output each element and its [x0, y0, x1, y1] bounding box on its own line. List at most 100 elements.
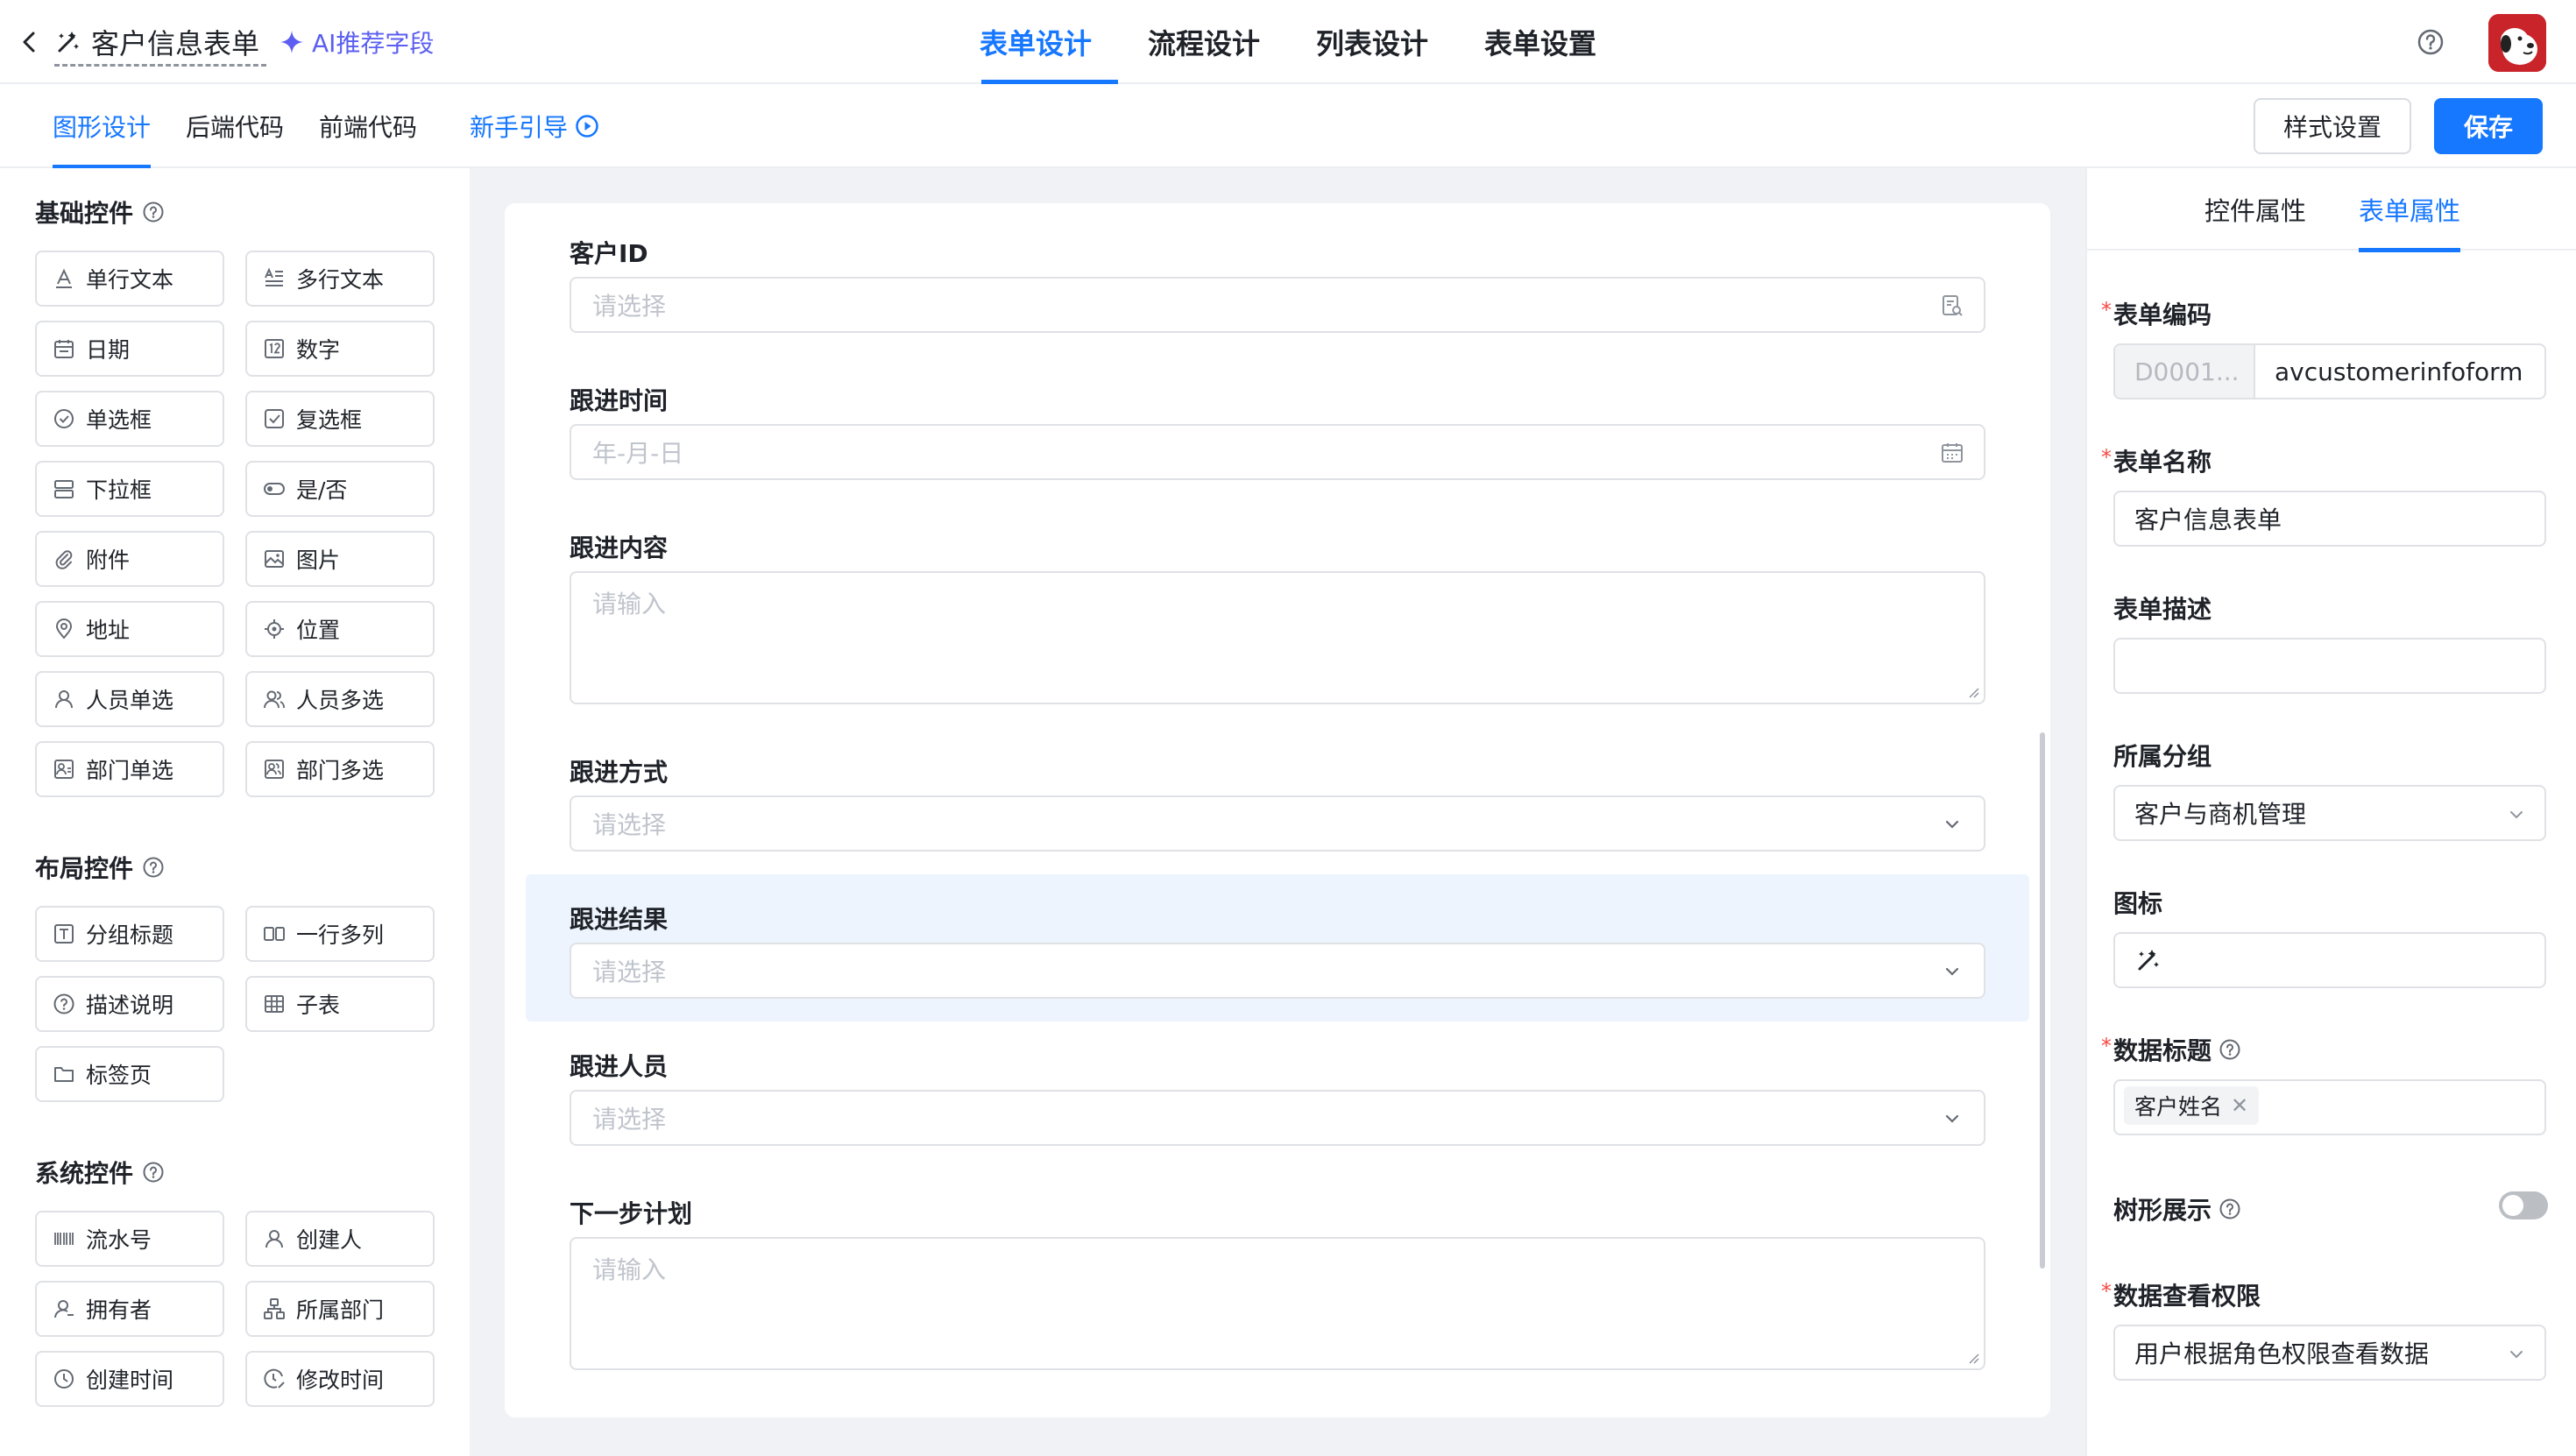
- tab-control-properties[interactable]: 控件属性: [2204, 168, 2306, 251]
- control-location[interactable]: 位置: [245, 601, 435, 657]
- help-icon[interactable]: [2417, 28, 2445, 56]
- control-user-single[interactable]: 人员单选: [35, 671, 224, 727]
- form-description-input[interactable]: [2113, 638, 2546, 694]
- avatar[interactable]: [2488, 14, 2546, 72]
- control-owner[interactable]: 拥有者: [35, 1281, 224, 1337]
- placeholder: 年-月-日: [592, 439, 684, 468]
- help-icon[interactable]: [2219, 1198, 2241, 1220]
- beginner-guide-link[interactable]: 新手引导: [470, 84, 599, 168]
- control-sub-table[interactable]: 子表: [245, 976, 435, 1032]
- select-value: 用户根据角色权限查看数据: [2134, 1339, 2430, 1368]
- control-attachment[interactable]: 附件: [35, 531, 224, 587]
- control-dept-single[interactable]: 部门单选: [35, 741, 224, 797]
- app-title-area[interactable]: 客户信息表单: [54, 19, 267, 67]
- control-multi-line-text[interactable]: 多行文本: [245, 251, 435, 307]
- help-icon[interactable]: [142, 856, 165, 879]
- control-checkbox[interactable]: 复选框: [245, 391, 435, 447]
- tab-list-design[interactable]: 列表设计: [1288, 0, 1456, 84]
- label-text: 所属分组: [2113, 742, 2212, 771]
- style-settings-button[interactable]: 样式设置: [2254, 98, 2411, 154]
- form-code-input[interactable]: avcustomerinfoform: [2254, 343, 2546, 399]
- control-address[interactable]: 地址: [35, 601, 224, 657]
- label-text: 数据标题: [2113, 1036, 2212, 1065]
- label-text: 树形展示: [2113, 1196, 2212, 1225]
- control-description[interactable]: 描述说明: [35, 976, 224, 1032]
- number-icon: [263, 337, 286, 360]
- control-serial-number[interactable]: 流水号: [35, 1211, 224, 1267]
- label-text: 表单描述: [2113, 595, 2212, 624]
- control-group-title[interactable]: 分组标题: [35, 906, 224, 962]
- barcode-icon: [53, 1227, 75, 1250]
- data-permission-label: * 数据查看权限: [2101, 1277, 2261, 1312]
- field-follow-up-time[interactable]: 年-月-日: [570, 424, 1985, 480]
- help-icon[interactable]: [2219, 1038, 2241, 1061]
- user-icon: [53, 688, 75, 710]
- control-label: 创建时间: [86, 1368, 174, 1393]
- data-permission-select[interactable]: 用户根据角色权限查看数据: [2113, 1325, 2546, 1381]
- control-modified-time[interactable]: 修改时间: [245, 1351, 435, 1407]
- control-yes-no[interactable]: 是/否: [245, 461, 435, 517]
- tab-form-settings[interactable]: 表单设置: [1456, 0, 1624, 84]
- design-mode-tabs: 图形设计 后端代码 前端代码: [53, 84, 417, 168]
- field-follow-up-method[interactable]: 请选择: [570, 795, 1985, 852]
- icon-picker[interactable]: [2113, 932, 2546, 988]
- tab-graphic-design[interactable]: 图形设计: [53, 84, 152, 168]
- tab-form-design[interactable]: 表单设计: [980, 0, 1120, 84]
- canvas-scrollbar[interactable]: [2040, 732, 2045, 1269]
- control-user-multi[interactable]: 人员多选: [245, 671, 435, 727]
- back-arrow-icon[interactable]: [16, 26, 44, 58]
- ai-recommend-label: AI推荐字段: [312, 29, 435, 58]
- form-name-label: * 表单名称: [2101, 443, 2212, 478]
- field-follow-up-result[interactable]: 请选择: [570, 943, 1985, 999]
- form-name-input[interactable]: 客户信息表单: [2113, 491, 2546, 547]
- calendar-icon[interactable]: [1940, 441, 1964, 465]
- field-next-plan[interactable]: 请输入: [570, 1237, 1985, 1370]
- control-dept-multi[interactable]: 部门多选: [245, 741, 435, 797]
- map-pin-icon: [53, 618, 75, 640]
- label-text: 表单名称: [2113, 448, 2212, 477]
- control-label: 流水号: [86, 1227, 152, 1253]
- field-label-follow-up-content: 跟进内容: [570, 534, 669, 562]
- save-button[interactable]: 保存: [2434, 98, 2543, 154]
- control-owning-department[interactable]: 所属部门: [245, 1281, 435, 1337]
- paperclip-icon: [53, 548, 75, 570]
- field-follow-up-person[interactable]: 请选择: [570, 1090, 1985, 1146]
- basic-controls-label: 基础控件: [35, 199, 134, 228]
- control-tab-page[interactable]: 标签页: [35, 1046, 224, 1102]
- tab-flow-design[interactable]: 流程设计: [1120, 0, 1288, 84]
- field-customer-id[interactable]: 请选择: [570, 277, 1985, 333]
- control-radio[interactable]: 单选框: [35, 391, 224, 447]
- control-dropdown[interactable]: 下拉框: [35, 461, 224, 517]
- main-tabs: 表单设计 流程设计 列表设计 表单设置: [980, 0, 1624, 84]
- control-creator[interactable]: 创建人: [245, 1211, 435, 1267]
- resize-handle-icon[interactable]: [1966, 685, 1980, 699]
- control-single-line-text[interactable]: 单行文本: [35, 251, 224, 307]
- field-label-follow-up-person: 跟进人员: [570, 1052, 669, 1081]
- tab-backend-code[interactable]: 后端代码: [186, 84, 284, 168]
- control-created-time[interactable]: 创建时间: [35, 1351, 224, 1407]
- help-icon[interactable]: [142, 1161, 165, 1184]
- control-label: 附件: [86, 548, 131, 573]
- field-follow-up-content[interactable]: 请输入: [570, 571, 1985, 704]
- control-label: 位置: [296, 618, 341, 643]
- chevron-down-icon: [1940, 812, 1964, 837]
- required-asterisk: *: [2101, 1034, 2112, 1058]
- resize-handle-icon[interactable]: [1966, 1351, 1980, 1365]
- table-icon: [263, 993, 286, 1015]
- control-date[interactable]: 日期: [35, 321, 224, 377]
- placeholder: 请选择: [592, 958, 667, 986]
- control-image[interactable]: 图片: [245, 531, 435, 587]
- group-select[interactable]: 客户与商机管理: [2113, 785, 2546, 841]
- help-icon[interactable]: [142, 201, 165, 223]
- tab-frontend-code[interactable]: 前端代码: [319, 84, 417, 168]
- lookup-icon[interactable]: [1940, 293, 1964, 318]
- control-label: 人员单选: [86, 688, 174, 713]
- select-value: 客户与商机管理: [2134, 800, 2307, 829]
- tab-form-properties[interactable]: 表单属性: [2359, 168, 2461, 252]
- department-multi-icon: [263, 758, 286, 781]
- close-icon[interactable]: ✕: [2231, 1093, 2248, 1118]
- control-number[interactable]: 数字: [245, 321, 435, 377]
- ai-recommend-fields-link[interactable]: AI推荐字段: [279, 25, 434, 60]
- control-multi-column[interactable]: 一行多列: [245, 906, 435, 962]
- tree-display-toggle[interactable]: [2499, 1191, 2548, 1219]
